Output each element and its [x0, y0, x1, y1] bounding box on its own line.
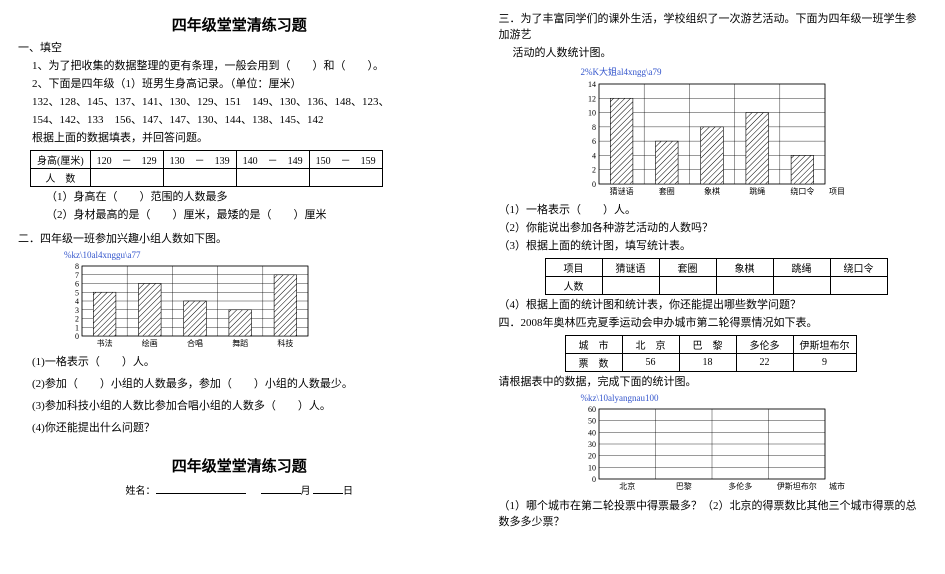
- chart-caption: 2%K大姐al4xngg\a79: [581, 65, 928, 78]
- svg-text:40: 40: [588, 429, 596, 438]
- svg-text:多伦多: 多伦多: [728, 481, 752, 491]
- svg-text:套圈: 套圈: [658, 186, 674, 196]
- svg-text:项目: 项目: [829, 187, 845, 196]
- svg-text:2: 2: [592, 166, 596, 175]
- q2-line-b: 132、128、145、137、141、130、129、151 149、130、…: [32, 95, 461, 111]
- svg-text:10: 10: [588, 464, 596, 473]
- svg-text:城市: 城市: [829, 481, 845, 491]
- svg-text:20: 20: [588, 452, 596, 461]
- svg-text:3: 3: [75, 306, 79, 315]
- svg-text:舞蹈: 舞蹈: [232, 338, 248, 348]
- svg-text:10: 10: [588, 108, 596, 117]
- table-row: 人 数: [31, 168, 383, 186]
- q2-line-c: 154、142、133 156、147、147、130、144、138、145、…: [32, 113, 461, 129]
- s4-questions: （1）哪个城市在第二轮投票中得票最多？（2）北京的得票数比其他三个城市得票的总数…: [499, 499, 928, 531]
- s3-q2: （2）你能说出参加各种游艺活动的人数吗？: [499, 221, 928, 237]
- height-table: 身高(厘米) 120 － 129 130 － 139 140 － 149 150…: [30, 150, 383, 187]
- s3-q4: （4）根据上面的统计图和统计表，你还能提出哪些数学问题？: [499, 298, 928, 314]
- svg-text:6: 6: [592, 137, 596, 146]
- svg-text:巴黎: 巴黎: [675, 481, 691, 491]
- q2-sub2: （2）身材最高的是（ ）厘米，最矮的是（ ）厘米: [46, 208, 461, 224]
- svg-text:绘画: 绘画: [142, 338, 158, 348]
- svg-text:0: 0: [592, 475, 596, 484]
- svg-text:60: 60: [588, 405, 596, 414]
- q2-line-d: 根据上面的数据填表，并回答问题。: [32, 131, 461, 147]
- svg-text:5: 5: [75, 289, 79, 298]
- svg-text:科技: 科技: [277, 338, 293, 348]
- svg-text:2: 2: [75, 315, 79, 324]
- svg-text:14: 14: [588, 80, 596, 89]
- svg-text:12: 12: [588, 94, 596, 103]
- left-column: 四年级堂堂清练习题 一、填空 1、为了把收集的数据整理的更有条理，一般会用到（ …: [18, 10, 461, 533]
- worksheet-title: 四年级堂堂清练习题: [18, 14, 461, 35]
- s3-q3: （3）根据上面的统计图，填写统计表。: [499, 239, 928, 255]
- svg-text:1: 1: [75, 324, 79, 333]
- chart-caption: %kz\10al4xnggu\a77: [64, 250, 461, 260]
- table-row: 票 数 56 18 22 9: [565, 353, 856, 371]
- section-3-line-a: 三．为了丰富同学们的课外生活，学校组织了一次游艺活动。下面为四年级一班学生参加游…: [499, 12, 928, 44]
- s3-q1: （1）一格表示（ ）人。: [499, 203, 928, 219]
- chart-caption: %kz\10alyangnau100: [581, 393, 928, 403]
- svg-text:伊斯坦布尔: 伊斯坦布尔: [776, 481, 816, 491]
- svg-text:7: 7: [75, 271, 79, 280]
- s2-q4: (4)你还能提出什么问题？: [32, 421, 461, 437]
- s2-q3: (3)参加科技小组的人数比参加合唱小组的人数多（ ）人。: [32, 399, 461, 415]
- q2-sub1: （1）身高在（ ）范围的人数最多: [46, 190, 461, 206]
- right-column: 三．为了丰富同学们的课外生活，学校组织了一次游艺活动。下面为四年级一班学生参加游…: [485, 10, 928, 533]
- section-3-line-b: 活动的人数统计图。: [513, 46, 928, 62]
- s2-q2: (2)参加（ ）小组的人数最多，参加（ ）小组的人数最少。: [32, 377, 461, 393]
- section-2-header: 二．四年级一班参加兴趣小组人数如下图。: [18, 232, 461, 248]
- svg-text:绕口令: 绕口令: [790, 186, 814, 196]
- table-row: 人数: [545, 276, 887, 294]
- svg-text:0: 0: [75, 332, 79, 341]
- section-1-header: 一、填空: [18, 41, 461, 57]
- svg-text:书法: 书法: [97, 338, 113, 348]
- q1: 1、为了把收集的数据整理的更有条理，一般会用到（ ）和（ ）。: [32, 59, 461, 75]
- svg-text:6: 6: [75, 280, 79, 289]
- svg-text:4: 4: [592, 151, 596, 160]
- svg-text:北京: 北京: [619, 481, 635, 491]
- name-date-line: 姓名： 月 日: [18, 482, 461, 497]
- svg-text:50: 50: [588, 417, 596, 426]
- s4-instruction: 请根据表中的数据，完成下面的统计图。: [499, 375, 928, 391]
- svg-text:跳绳: 跳绳: [749, 186, 765, 196]
- svg-text:象棋: 象棋: [704, 186, 720, 196]
- svg-text:0: 0: [592, 180, 596, 189]
- svg-text:8: 8: [592, 123, 596, 132]
- svg-text:4: 4: [75, 297, 79, 306]
- table-row: 城 市 北 京 巴 黎 多伦多 伊斯坦布尔: [565, 335, 856, 353]
- votes-table: 城 市 北 京 巴 黎 多伦多 伊斯坦布尔 票 数 56 18 22 9: [565, 335, 857, 372]
- chart-interest-groups: %kz\10al4xnggu\a77 012345678 书法 绘画 合唱 舞蹈 科技: [58, 250, 461, 352]
- svg-text:30: 30: [588, 440, 596, 449]
- svg-text:8: 8: [75, 262, 79, 271]
- worksheet-title-2: 四年级堂堂清练习题: [18, 455, 461, 476]
- chart-votes-blank: %kz\10alyangnau100 0 10 20 30 40 50 60 北京 巴黎 多伦多 伊…: [575, 393, 928, 495]
- svg-text:合唱: 合唱: [187, 338, 203, 348]
- table-row: 项目 猜谜语 套圈 象棋 跳绳 绕口令: [545, 258, 887, 276]
- s2-q1: (1)一格表示（ ）人。: [32, 355, 461, 371]
- svg-text:猜谜语: 猜谜语: [609, 186, 633, 196]
- activity-table: 项目 猜谜语 套圈 象棋 跳绳 绕口令 人数: [545, 258, 888, 295]
- q2-line-a: 2、下面是四年级（1）班男生身高记录。（单位：厘米）: [32, 77, 461, 93]
- chart-activities: 2%K大姐al4xngg\a79 0 2 4 6 8 10 12 14 猜谜语 套圈 象棋 跳绳 绕口令…: [575, 65, 928, 200]
- table-row: 身高(厘米) 120 － 129 130 － 139 140 － 149 150…: [31, 150, 383, 168]
- section-4-header: 四．2008年奥林匹克夏季运动会申办城市第二轮得票情况如下表。: [499, 316, 928, 332]
